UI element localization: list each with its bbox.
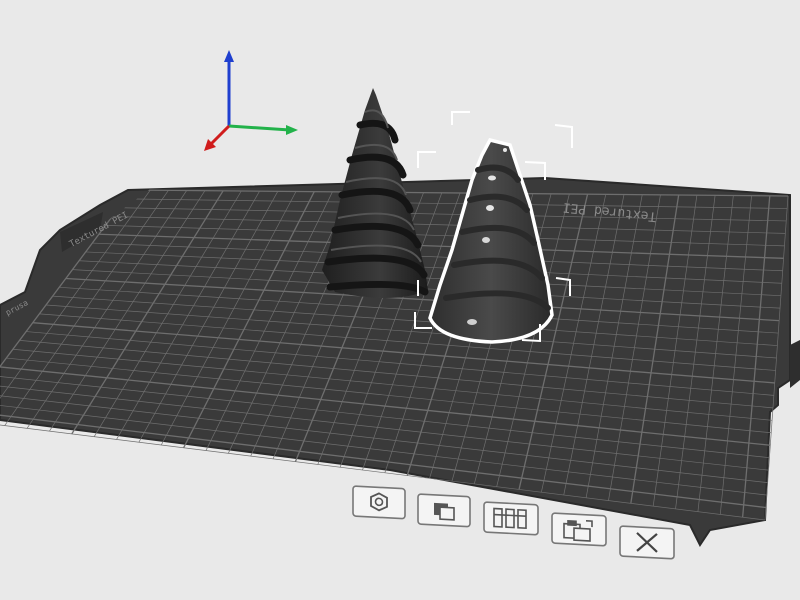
arrange-button[interactable] (352, 485, 406, 520)
layout-button[interactable] (483, 501, 539, 536)
x-axis-arrow-icon (286, 125, 298, 135)
3d-viewport[interactable]: Textured PEI Textured PEI prusa (0, 0, 800, 600)
z-axis-arrow-icon (224, 50, 234, 62)
copy-button[interactable] (417, 493, 471, 528)
y-axis (208, 124, 231, 147)
paste-button[interactable] (551, 512, 607, 547)
axes-gizmo (204, 50, 298, 151)
delete-button[interactable] (619, 525, 675, 560)
x-axis (228, 124, 291, 132)
